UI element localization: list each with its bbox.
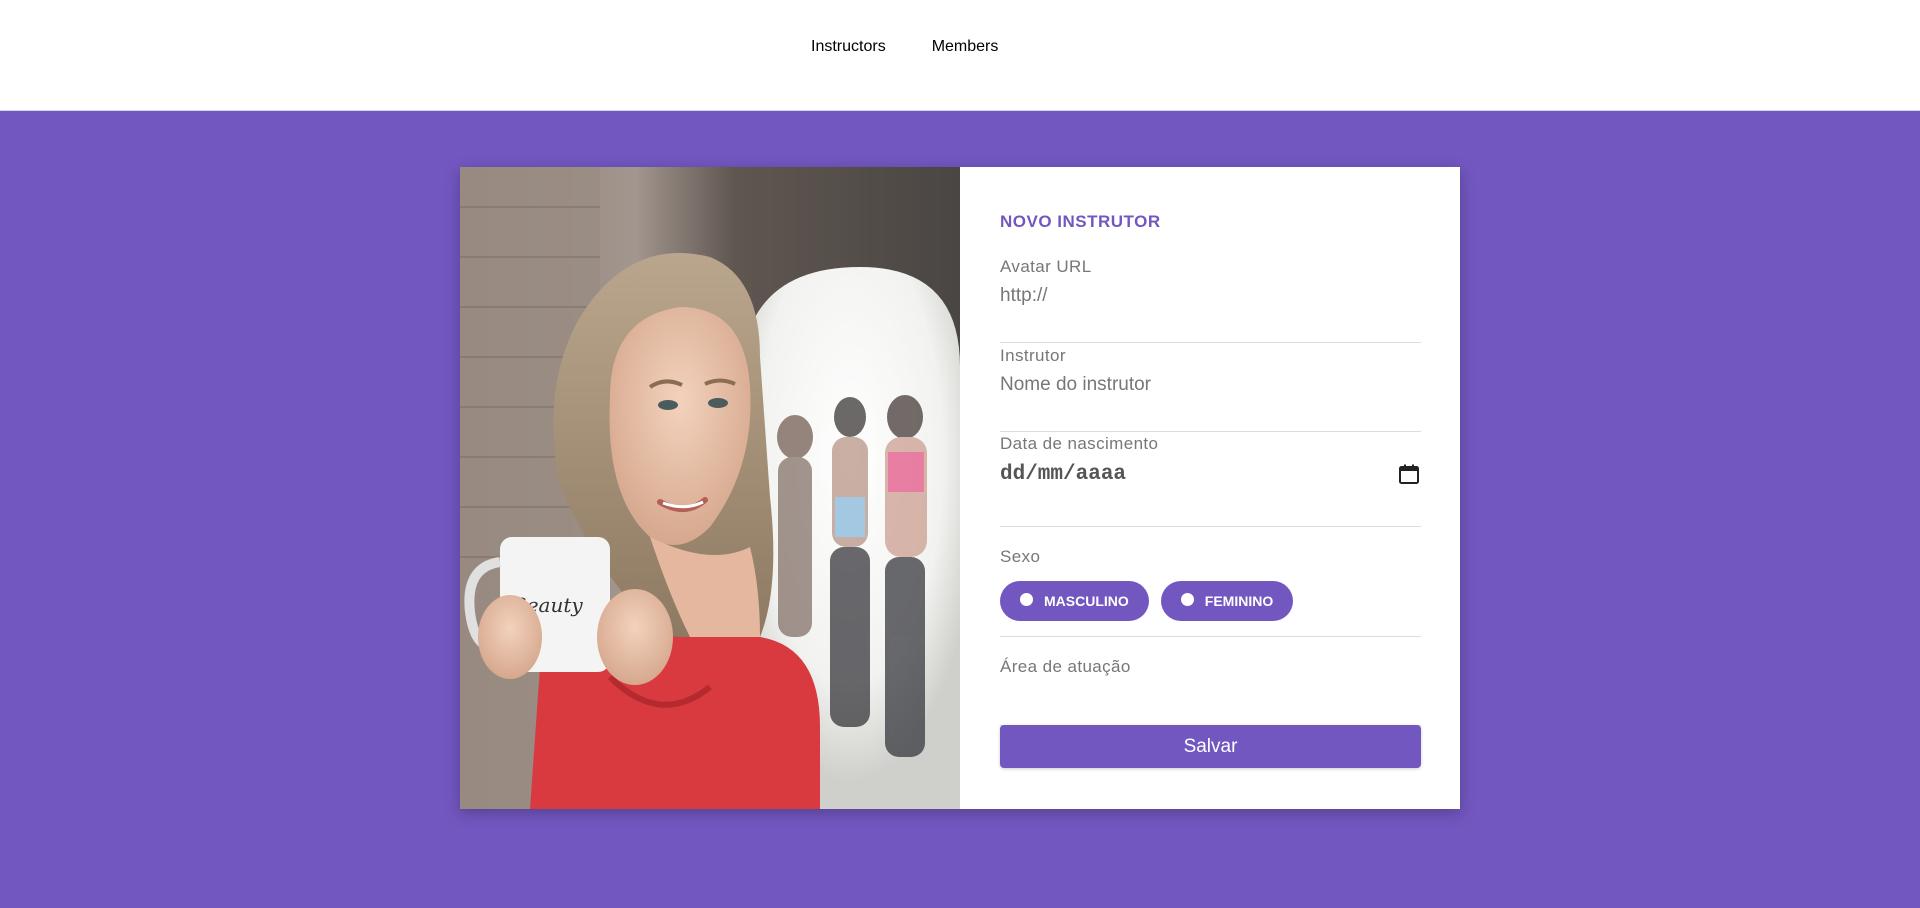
instructor-card: Beauty NOVO INSTRUTOR Avatar URL Instrut… bbox=[460, 167, 1460, 809]
birth-date-field: Data de nascimento dd/mm/aaaa bbox=[1000, 434, 1421, 527]
main-nav: Instructors Members bbox=[811, 38, 998, 56]
instructor-name-field: Instrutor bbox=[1000, 346, 1421, 432]
avatar-url-field: Avatar URL bbox=[1000, 257, 1421, 343]
instructor-name-input[interactable] bbox=[1000, 374, 1421, 396]
calendar-icon[interactable] bbox=[1397, 462, 1421, 486]
avatar-url-input[interactable] bbox=[1000, 285, 1421, 307]
gender-label: Sexo bbox=[1000, 547, 1041, 566]
gender-option-feminino[interactable]: FEMININO bbox=[1160, 581, 1294, 621]
nav-link-instructors[interactable]: Instructors bbox=[811, 38, 886, 56]
gender-option-label: FEMININO bbox=[1204, 593, 1274, 609]
form-title: NOVO INSTRUTOR bbox=[1000, 212, 1161, 231]
avatar-url-label: Avatar URL bbox=[1000, 257, 1092, 276]
birth-date-input[interactable]: dd/mm/aaaa bbox=[1000, 462, 1421, 486]
gender-radio-group: MASCULINO FEMININO bbox=[1000, 581, 1421, 621]
gender-option-label: MASCULINO bbox=[1044, 593, 1129, 609]
radio-circle-icon[interactable] bbox=[1020, 592, 1033, 606]
gender-field: Sexo MASCULINO FEMININO bbox=[1000, 527, 1421, 637]
nav-link-members[interactable]: Members bbox=[932, 38, 999, 56]
top-navbar: Instructors Members bbox=[0, 0, 1920, 111]
area-input[interactable] bbox=[1000, 685, 1421, 707]
instructor-name-label: Instrutor bbox=[1000, 346, 1066, 365]
gender-option-masculino[interactable]: MASCULINO bbox=[1000, 581, 1149, 621]
birth-date-label: Data de nascimento bbox=[1000, 434, 1159, 453]
radio-circle-icon[interactable] bbox=[1180, 592, 1194, 606]
area-label: Área de atuação bbox=[1000, 657, 1131, 676]
area-field: Área de atuação bbox=[1000, 637, 1421, 726]
save-button[interactable]: Salvar bbox=[1000, 725, 1421, 768]
instructor-photo: Beauty bbox=[460, 167, 960, 809]
birth-date-value: dd/mm/aaaa bbox=[1000, 462, 1127, 486]
new-instructor-form: NOVO INSTRUTOR Avatar URL Instrutor Data… bbox=[960, 167, 1460, 809]
